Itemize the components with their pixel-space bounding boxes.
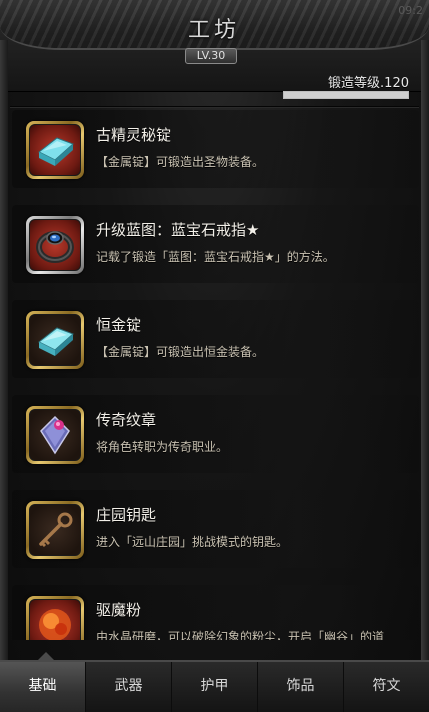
category-tabbar: 基础 武器 护甲 饰品 符文 <box>0 652 429 712</box>
key-icon <box>39 512 73 548</box>
tab-label: 护甲 <box>200 678 229 694</box>
list-item[interactable]: 升级蓝图：蓝宝石戒指★ 记载了锻造「蓝图：蓝宝石戒指★」的方法。 <box>12 205 419 283</box>
tab-accessory[interactable]: 饰品 <box>258 662 344 712</box>
forge-progress-fill <box>284 92 408 98</box>
list-item[interactable]: 恒金锭 【金属锭】可锻造出恒金装备。 <box>12 300 419 378</box>
item-icon-frame <box>26 406 84 464</box>
powder-icon <box>39 609 71 640</box>
tab-label: 饰品 <box>286 678 315 694</box>
list-item[interactable]: 驱魔粉 由水晶研磨，可以破除幻象的粉尘，开启「幽谷」的道具。 <box>12 585 419 640</box>
tab-weapon[interactable]: 武器 <box>86 662 172 712</box>
tab-label: 符文 <box>372 678 401 694</box>
item-desc: 将角色转职为传奇职业。 <box>96 440 229 454</box>
item-desc: 【金属锭】可锻造出圣物装备。 <box>96 155 265 169</box>
forge-progress-bar <box>283 91 409 99</box>
status-time: 09:2 <box>398 4 423 17</box>
workshop-screen: 09:2 工坊 LV.30 锻造等级.120 古精灵秘锭 【金属锭】可锻造出圣物… <box>0 0 429 712</box>
list-item[interactable]: 古精灵秘锭 【金属锭】可锻造出圣物装备。 <box>12 110 419 188</box>
active-tab-arrow <box>38 652 54 660</box>
item-name: 驱魔粉 <box>96 601 142 619</box>
left-border <box>0 40 8 660</box>
item-name: 古精灵秘锭 <box>96 126 172 144</box>
page-title: 工坊 <box>187 18 240 43</box>
item-icon-frame <box>26 216 84 274</box>
item-name: 升级蓝图：蓝宝石戒指★ <box>96 221 260 239</box>
level-badge: LV.30 <box>185 48 237 64</box>
ingot-icon <box>38 137 74 166</box>
item-name: 恒金锭 <box>96 316 142 334</box>
divider <box>10 106 419 108</box>
item-icon-frame <box>26 311 84 369</box>
tab-label: 基础 <box>28 678 57 694</box>
forge-level-label: 锻造等级.120 <box>328 76 409 91</box>
item-desc: 【金属锭】可锻造出恒金装备。 <box>96 345 265 359</box>
tab-basic[interactable]: 基础 <box>0 652 86 712</box>
right-border <box>421 40 429 660</box>
emblem-icon <box>40 415 70 455</box>
item-icon-frame <box>26 596 84 640</box>
item-icon-frame <box>26 121 84 179</box>
item-desc: 进入「远山庄园」挑战模式的钥匙。 <box>96 535 289 549</box>
item-name: 庄园钥匙 <box>96 506 157 524</box>
list-item[interactable]: 传奇纹章 将角色转职为传奇职业。 <box>12 395 419 473</box>
item-desc: 记载了锻造「蓝图：蓝宝石戒指★」的方法。 <box>96 250 335 264</box>
item-list[interactable]: 古精灵秘锭 【金属锭】可锻造出圣物装备。 升级蓝图：蓝宝石戒指★ 记载了锻造「蓝… <box>12 110 419 640</box>
tab-rune[interactable]: 符文 <box>344 662 429 712</box>
item-desc: 由水晶研磨，可以破除幻象的粉尘，开启「幽谷」的道具。 <box>96 630 385 640</box>
title-plate: 工坊 <box>164 12 264 43</box>
tab-armor[interactable]: 护甲 <box>172 662 258 712</box>
ingot-icon <box>38 327 74 356</box>
list-item[interactable]: 庄园钥匙 进入「远山庄园」挑战模式的钥匙。 <box>12 490 419 568</box>
item-icon-frame <box>26 501 84 559</box>
sapphire-ring-icon <box>36 231 74 263</box>
tab-label: 武器 <box>114 678 143 694</box>
item-name: 传奇纹章 <box>96 411 157 429</box>
